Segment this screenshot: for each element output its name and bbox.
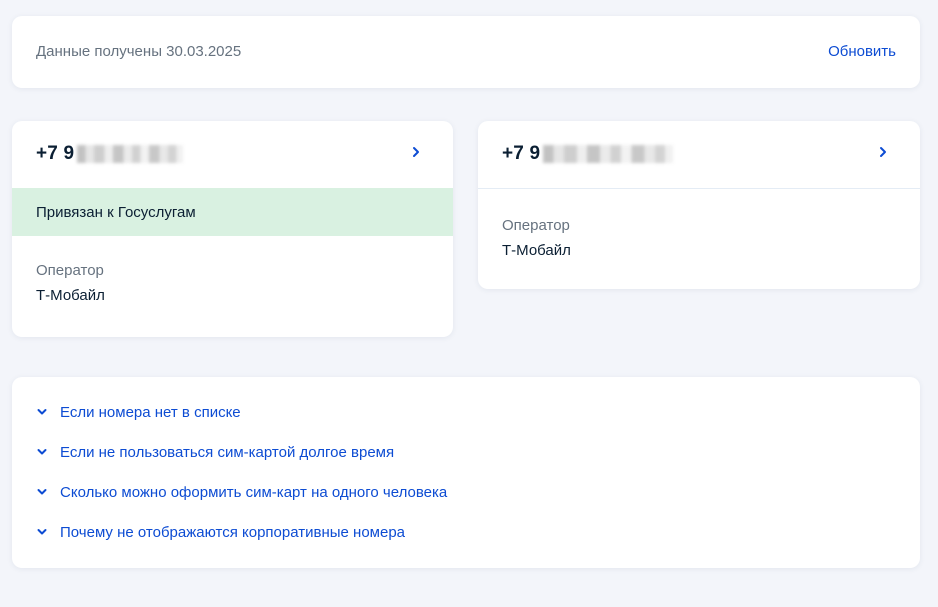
faq-item-label: Если не пользоваться сим-картой долгое в…	[60, 443, 395, 461]
phone-card-header[interactable]: +7 9	[478, 121, 920, 188]
chevron-right-icon[interactable]	[409, 145, 423, 159]
chevron-down-icon	[37, 489, 47, 495]
data-received-text: Данные получены 30.03.2025	[36, 43, 242, 60]
chevron-down-icon	[37, 409, 47, 415]
operator-value: Т-Мобайл	[502, 242, 571, 259]
linked-label: Привязан к Госуслугам	[36, 203, 196, 221]
faq-item-corporate-numbers[interactable]: Почему не отображаются корпоративные ном…	[12, 522, 920, 542]
faq-item-sim-limit[interactable]: Сколько можно оформить сим-карт на одног…	[12, 482, 920, 502]
operator-value: Т-Мобайл	[36, 287, 105, 304]
faq-item-not-in-list[interactable]: Если номера нет в списке	[12, 402, 920, 422]
chevron-down-icon	[37, 529, 47, 535]
faq-item-label: Если номера нет в списке	[60, 403, 241, 421]
faq-item-label: Почему не отображаются корпоративные ном…	[60, 523, 406, 541]
faq-card: Если номера нет в списке Если не пользов…	[12, 377, 920, 568]
operator-block: Оператор Т-Мобайл	[478, 189, 920, 259]
phone-number-prefix: +7 9	[36, 143, 75, 164]
chevron-right-icon[interactable]	[876, 145, 890, 159]
faq-item-sim-unused[interactable]: Если не пользоваться сим-картой долгое в…	[12, 442, 920, 462]
phone-card: +7 9 Привязан к Госуслугам Оператор Т-Мо…	[12, 121, 453, 337]
phone-number-prefix: +7 9	[502, 143, 541, 164]
phone-card: +7 9 Оператор Т-Мобайл	[478, 121, 920, 289]
chevron-down-icon	[37, 449, 47, 455]
operator-block: Оператор Т-Мобайл	[12, 236, 453, 304]
faq-item-label: Сколько можно оформить сим-карт на одног…	[60, 483, 448, 501]
phone-number: +7 9	[502, 143, 674, 165]
phone-number-redacted	[77, 145, 184, 163]
data-status-card: Данные получены 30.03.2025 Обновить	[12, 16, 920, 88]
gosuslugi-linked-banner: Привязан к Госуслугам	[12, 188, 453, 236]
phone-number-redacted	[543, 145, 674, 163]
phone-card-header[interactable]: +7 9	[12, 121, 453, 188]
phone-number: +7 9	[36, 143, 184, 165]
refresh-link[interactable]: Обновить	[828, 43, 896, 60]
operator-label: Оператор	[502, 217, 570, 234]
operator-label: Оператор	[36, 262, 104, 279]
